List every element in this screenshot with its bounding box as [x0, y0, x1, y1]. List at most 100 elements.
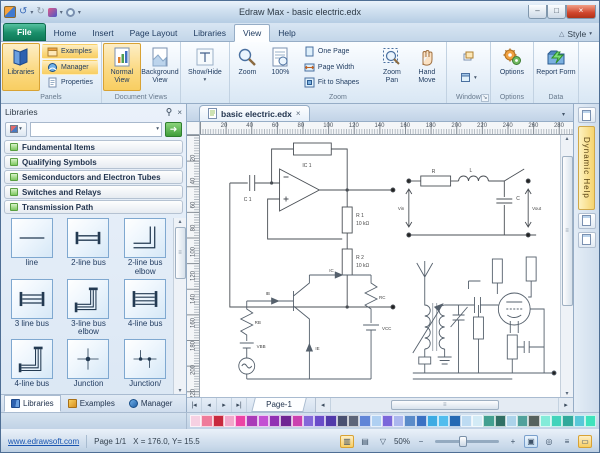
zoom-area-button[interactable]: ◎ — [542, 435, 556, 448]
favorites-icon[interactable] — [48, 8, 57, 17]
library-category-semiconductors[interactable]: Semiconductors and Electron Tubes — [4, 170, 183, 184]
palette-swatch[interactable] — [190, 415, 201, 427]
shape-3-line-bus[interactable]: 3 line bus — [6, 279, 58, 338]
palette-swatch[interactable] — [438, 415, 449, 427]
panel-tab-examples[interactable]: Examples — [61, 395, 122, 412]
hand-move-button[interactable]: Hand Move — [409, 43, 445, 91]
panel-tab-libraries[interactable]: Libraries — [4, 395, 61, 412]
tab-view[interactable]: View — [234, 24, 270, 42]
tab-file[interactable]: File — [3, 23, 46, 41]
palette-swatch[interactable] — [235, 415, 246, 427]
library-category-qualifying-symbols[interactable]: Qualifying Symbols — [4, 155, 183, 169]
shape-2-line-bus-elbow[interactable]: 2-line bus elbow — [119, 218, 171, 277]
libraries-panel-button[interactable]: Libraries — [2, 43, 40, 91]
first-page-button[interactable]: |◂ — [187, 398, 202, 412]
shape-3-line-bus-elbow[interactable]: 3-line bus elbow — [63, 279, 115, 338]
palette-swatch[interactable] — [371, 415, 382, 427]
search-history-dropdown-icon[interactable]: ▾ — [156, 126, 159, 132]
search-go-button[interactable]: ➜ — [165, 122, 182, 137]
dynamic-help-tab[interactable]: Dynamic Help — [578, 126, 595, 210]
shape-junction[interactable]: Junction — [63, 339, 115, 389]
vertical-ruler[interactable]: 20406080100120140160180200220 — [187, 135, 200, 397]
zoom-slider[interactable] — [435, 440, 499, 443]
fit-to-window-button[interactable]: ▣ — [524, 435, 538, 448]
fit-to-shapes-button[interactable]: Fit to Shapes — [299, 75, 373, 90]
scrollbar-thumb[interactable]: ≡ — [175, 227, 186, 279]
report-form-button[interactable]: Report Form — [535, 43, 577, 91]
one-page-button[interactable]: One Page — [299, 44, 373, 59]
palette-swatch[interactable] — [585, 415, 596, 427]
palette-swatch[interactable] — [224, 415, 235, 427]
print-preview-icon[interactable] — [66, 8, 75, 17]
scroll-up-icon[interactable]: ▴ — [565, 135, 568, 142]
palette-swatch[interactable] — [461, 415, 472, 427]
tab-page-layout[interactable]: Page Layout — [122, 25, 186, 41]
palette-swatch[interactable] — [280, 415, 291, 427]
scroll-right-icon[interactable]: ▸ — [558, 398, 573, 412]
options-button[interactable]: Options — [492, 43, 532, 91]
palette-swatch[interactable] — [337, 415, 348, 427]
palette-swatch[interactable] — [303, 415, 314, 427]
window-dialog-launcher-icon[interactable]: ↘ — [481, 94, 489, 102]
shape-4-line-bus[interactable]: 4-line bus — [119, 279, 171, 338]
cascade-windows-button[interactable] — [458, 49, 479, 64]
tab-help[interactable]: Help — [270, 25, 303, 41]
scroll-left-icon[interactable]: ◂ — [316, 398, 331, 412]
zoom-button[interactable]: Zoom — [231, 43, 264, 91]
palette-swatch[interactable] — [506, 415, 517, 427]
library-scrollbar[interactable]: ▴ ≡ ▾ — [173, 218, 186, 394]
edrawsoft-link[interactable]: www.edrawsoft.com — [8, 437, 79, 446]
redo-icon[interactable]: ↻ — [36, 7, 44, 17]
tab-libraries[interactable]: Libraries — [185, 25, 234, 41]
palette-swatch[interactable] — [314, 415, 325, 427]
shape-4-line-bus-elbow[interactable]: 4-line bus — [6, 339, 58, 389]
shape-filter-button[interactable]: ▾ — [5, 122, 27, 137]
properties-button[interactable]: Properties — [42, 75, 98, 90]
full-screen-button[interactable]: ▭ — [578, 435, 592, 448]
tab-home[interactable]: Home — [46, 25, 85, 41]
document-tab-close-icon[interactable]: × — [296, 109, 301, 118]
tab-insert[interactable]: Insert — [84, 25, 121, 41]
scroll-down-icon[interactable]: ▾ — [178, 387, 181, 394]
presentation-view-button[interactable]: ▽ — [376, 435, 390, 448]
palette-swatch[interactable] — [551, 415, 562, 427]
palette-swatch[interactable] — [562, 415, 573, 427]
palette-swatch[interactable] — [258, 415, 269, 427]
panel-tab-manager[interactable]: Manager — [122, 395, 180, 412]
zoom-out-button[interactable]: − — [414, 435, 428, 448]
close-button[interactable]: × — [566, 5, 596, 19]
task-pane-button-2[interactable] — [578, 232, 596, 248]
palette-swatch[interactable] — [393, 415, 404, 427]
library-category-switches-relays[interactable]: Switches and Relays — [4, 185, 183, 199]
show-hide-button[interactable]: Show/Hide ▾ — [182, 43, 228, 91]
scrollbar-thumb[interactable]: ≡ — [391, 400, 499, 410]
minimize-button[interactable]: – — [528, 5, 547, 19]
zoom-pan-button[interactable]: Zoom Pan — [375, 43, 409, 91]
qat-menu-icon[interactable]: ▾ — [78, 9, 81, 16]
manager-button[interactable]: Manager — [42, 60, 98, 75]
horizontal-ruler[interactable]: 20406080100120140160180200220240260280 — [200, 122, 573, 135]
page-view-mode-button[interactable]: ▤ — [358, 435, 372, 448]
next-page-button[interactable]: ▸ — [217, 398, 232, 412]
normal-view-button[interactable]: Normal View — [103, 43, 141, 91]
dynamic-help-icon-button[interactable] — [578, 107, 596, 123]
zoom-100-button[interactable]: 100% — [264, 43, 297, 91]
palette-swatch[interactable] — [269, 415, 280, 427]
palette-swatch[interactable] — [201, 415, 212, 427]
shape-junction-2[interactable]: Junction/ — [119, 339, 171, 389]
undo-icon[interactable]: ↺ — [19, 7, 27, 17]
palette-swatch[interactable] — [292, 415, 303, 427]
palette-swatch[interactable] — [348, 415, 359, 427]
library-category-transmission-path[interactable]: Transmission Path — [4, 200, 183, 214]
document-tab[interactable]: basic electric.edx × — [199, 105, 310, 121]
maximize-button[interactable]: □ — [547, 5, 566, 19]
palette-swatch[interactable] — [404, 415, 415, 427]
palette-swatch[interactable] — [382, 415, 393, 427]
palette-swatch[interactable] — [472, 415, 483, 427]
zoom-in-button[interactable]: + — [506, 435, 520, 448]
palette-swatch[interactable] — [416, 415, 427, 427]
palette-swatch[interactable] — [246, 415, 257, 427]
title-bar[interactable]: ↺ ▾ ↻ ▾ ▾ Edraw Max - basic electric.edx… — [1, 1, 599, 23]
library-category-fundamental-items[interactable]: Fundamental Items — [4, 140, 183, 154]
canvas-horizontal-scrollbar[interactable]: ◂ ≡ ▸ — [315, 398, 573, 412]
